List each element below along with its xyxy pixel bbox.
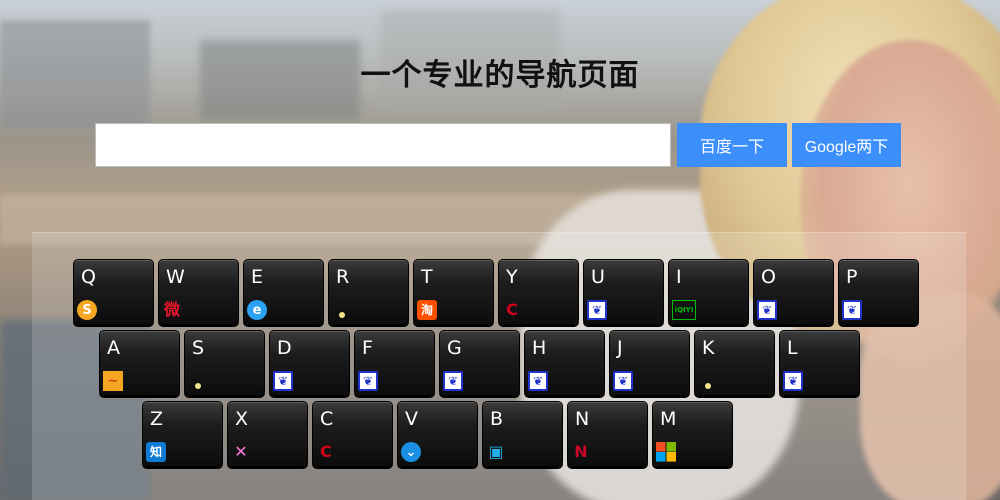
key-letter: A xyxy=(107,337,120,359)
baidu-paw-icon xyxy=(587,300,607,320)
key-letter: D xyxy=(277,337,292,359)
key-i[interactable]: IiQIYI xyxy=(668,259,749,325)
key-letter: N xyxy=(575,408,590,430)
baidu-paw-icon xyxy=(443,371,463,391)
key-p[interactable]: P xyxy=(838,259,919,325)
weibo-icon: 微 xyxy=(163,300,180,319)
key-letter: P xyxy=(846,266,858,288)
key-letter: I xyxy=(676,266,682,288)
key-s[interactable]: S xyxy=(184,330,265,396)
baidu-paw-icon xyxy=(757,300,777,320)
dot-icon xyxy=(705,383,711,389)
chevron-circle-icon: ⌄ xyxy=(401,442,421,462)
key-k[interactable]: K xyxy=(694,330,775,396)
baidu-paw-icon xyxy=(842,300,862,320)
key-c[interactable]: CC xyxy=(312,401,393,467)
browser-e-icon: e xyxy=(247,300,267,320)
key-letter: T xyxy=(421,266,433,288)
key-t[interactable]: T淘 xyxy=(413,259,494,325)
key-letter: V xyxy=(405,408,418,430)
google-search-button[interactable]: Google两下 xyxy=(792,123,901,167)
bilibili-icon: ▣ xyxy=(488,442,504,461)
chart-app-icon: ~ xyxy=(103,371,123,391)
baidu-paw-icon xyxy=(783,371,803,391)
key-letter: B xyxy=(490,408,504,430)
key-letter: G xyxy=(447,337,462,359)
key-letter: S xyxy=(192,337,205,359)
key-j[interactable]: J xyxy=(609,330,690,396)
search-input[interactable] xyxy=(95,123,671,167)
baidu-paw-icon xyxy=(273,371,293,391)
nba-icon: N xyxy=(574,442,588,461)
key-letter: Z xyxy=(150,408,164,430)
baidu-paw-icon xyxy=(358,371,378,391)
key-v[interactable]: V ⌄ xyxy=(397,401,478,467)
baidu-paw-icon xyxy=(613,371,633,391)
key-b[interactable]: B ▣ xyxy=(482,401,563,467)
key-e[interactable]: Ee xyxy=(243,259,324,325)
key-r[interactable]: R xyxy=(328,259,409,325)
key-letter: R xyxy=(336,266,350,288)
key-a[interactable]: A ~ xyxy=(99,330,180,396)
key-letter: Q xyxy=(81,266,96,288)
keyboard-panel: QSW微EeRT淘YCUIiQIYIOPA~SDFGHJKLZ知X✕CCV⌄B▣… xyxy=(32,232,966,500)
page-title: 一个专业的导航页面 xyxy=(360,58,640,93)
key-u[interactable]: U xyxy=(583,259,664,325)
key-letter: C xyxy=(320,408,334,430)
key-f[interactable]: F xyxy=(354,330,435,396)
key-letter: U xyxy=(591,266,605,288)
key-l[interactable]: L xyxy=(779,330,860,396)
key-q[interactable]: QS xyxy=(73,259,154,325)
key-g[interactable]: G xyxy=(439,330,520,396)
key-o[interactable]: O xyxy=(753,259,834,325)
microsoft-icon xyxy=(656,442,676,462)
key-letter: Y xyxy=(506,266,518,288)
key-letter: E xyxy=(251,266,264,288)
key-letter: L xyxy=(787,337,798,359)
key-letter: W xyxy=(166,266,185,288)
iqiyi-icon: iQIYI xyxy=(672,300,696,320)
dot-icon xyxy=(339,312,345,318)
key-letter: M xyxy=(660,408,677,430)
baidu-search-button[interactable]: 百度一下 xyxy=(677,123,787,167)
x-logo-icon: ✕ xyxy=(234,442,248,461)
sogou-icon: S xyxy=(77,300,97,320)
key-d[interactable]: D xyxy=(269,330,350,396)
key-letter: H xyxy=(532,337,547,359)
key-letter: F xyxy=(362,337,373,359)
key-letter: J xyxy=(617,337,623,359)
c-logo-icon: C xyxy=(506,300,518,319)
key-w[interactable]: W微 xyxy=(158,259,239,325)
key-x[interactable]: X ✕ xyxy=(227,401,308,467)
key-n[interactable]: NN xyxy=(567,401,648,467)
key-letter: K xyxy=(702,337,715,359)
baidu-paw-icon xyxy=(528,371,548,391)
dot-icon xyxy=(195,383,201,389)
key-h[interactable]: H xyxy=(524,330,605,396)
key-y[interactable]: YC xyxy=(498,259,579,325)
key-letter: X xyxy=(235,408,249,430)
search-bar: 百度一下 Google两下 xyxy=(95,123,905,167)
taobao-icon: 淘 xyxy=(417,300,437,320)
zhihu-icon: 知 xyxy=(146,442,166,462)
key-m[interactable]: M xyxy=(652,401,733,467)
key-letter: O xyxy=(761,266,776,288)
c-logo-icon: C xyxy=(320,442,332,461)
key-z[interactable]: Z知 xyxy=(142,401,223,467)
